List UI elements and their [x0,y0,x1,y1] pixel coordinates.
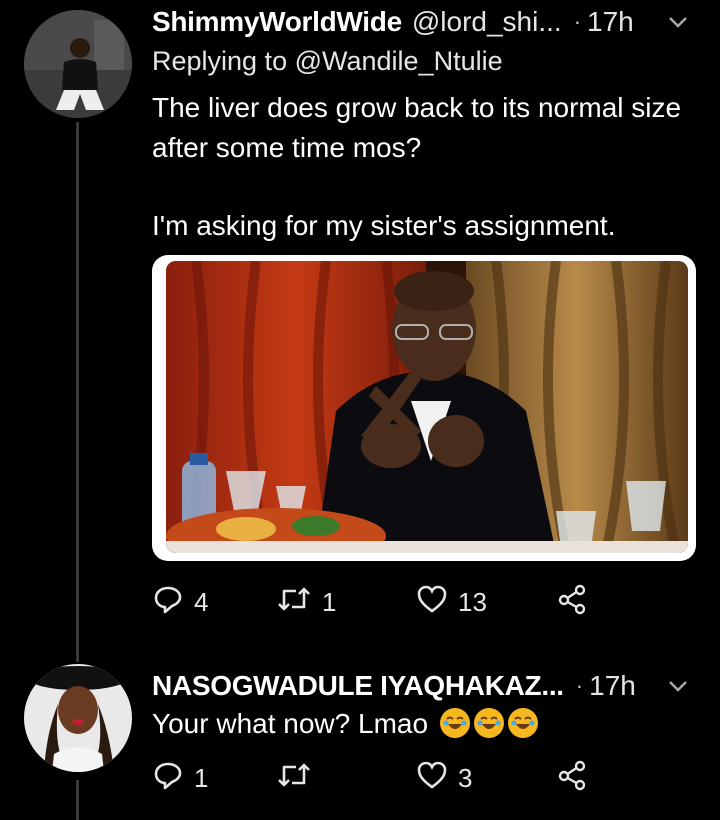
avatar[interactable] [24,10,132,118]
tweet-text-line: The liver does grow back to its normal s… [152,92,682,163]
like-count: 13 [458,586,487,617]
laughing-emoji-icon [473,708,504,738]
thread-line [76,780,79,820]
timestamp[interactable]: 17h [587,6,634,38]
reply-button[interactable]: 4 [152,583,276,622]
retweet-button[interactable] [276,759,416,798]
display-name[interactable]: ShimmyWorldWide [152,6,402,38]
separator: · [575,673,584,698]
tweet-text: The liver does grow back to its normal s… [152,88,700,246]
separator: · [573,9,582,34]
laughing-emoji-icon [507,708,538,738]
tweet-image[interactable] [152,255,696,561]
retweet-count: 1 [322,586,337,617]
timestamp[interactable]: 17h [589,670,636,702]
like-button[interactable]: 13 [416,583,556,622]
laughing-emoji-icon [439,708,470,738]
reply-count: 4 [194,586,209,617]
reply-icon [152,583,184,622]
avatar[interactable] [24,664,132,772]
like-button[interactable]: 3 [416,759,556,798]
handle[interactable]: @lord_shi... [412,6,562,38]
replying-to-handle[interactable]: @Wandile_Ntulie [295,46,503,76]
replying-to: Replying to @Wandile_Ntulie [152,46,503,77]
replying-to-label: Replying to [152,46,288,76]
tweet[interactable]: ShimmyWorldWide @lord_shi... · 17h Reply… [0,0,720,662]
tweet[interactable]: NASOGWADULE IYAQHAKAZ... · 17h Your what… [0,650,720,820]
tweet-text: Your what now? Lmao [152,704,700,744]
chevron-down-icon[interactable] [666,674,690,698]
retweet-icon [276,583,312,622]
thread-line [76,122,79,662]
chevron-down-icon[interactable] [666,10,690,34]
heart-icon [416,583,448,622]
reply-button[interactable]: 1 [152,759,276,798]
tweet-text-line: I'm asking for my sister's assignment. [152,210,616,241]
tweet-actions: 4 1 13 [152,582,700,622]
retweet-button[interactable]: 1 [276,583,416,622]
tweet-text-body: Your what now? Lmao [152,708,429,739]
like-count: 3 [458,762,473,793]
reply-icon [152,759,184,798]
heart-icon [416,759,448,798]
share-button[interactable] [556,759,588,798]
display-name[interactable]: NASOGWADULE IYAQHAKAZ... [152,670,564,702]
reply-count: 1 [194,762,209,793]
share-icon [556,583,588,622]
retweet-icon [276,759,312,798]
share-icon [556,759,588,798]
tweet-header: NASOGWADULE IYAQHAKAZ... · 17h [152,666,700,706]
tweet-actions: 1 3 [152,758,700,798]
share-button[interactable] [556,583,588,622]
tweet-header: ShimmyWorldWide @lord_shi... · 17h [152,2,700,42]
